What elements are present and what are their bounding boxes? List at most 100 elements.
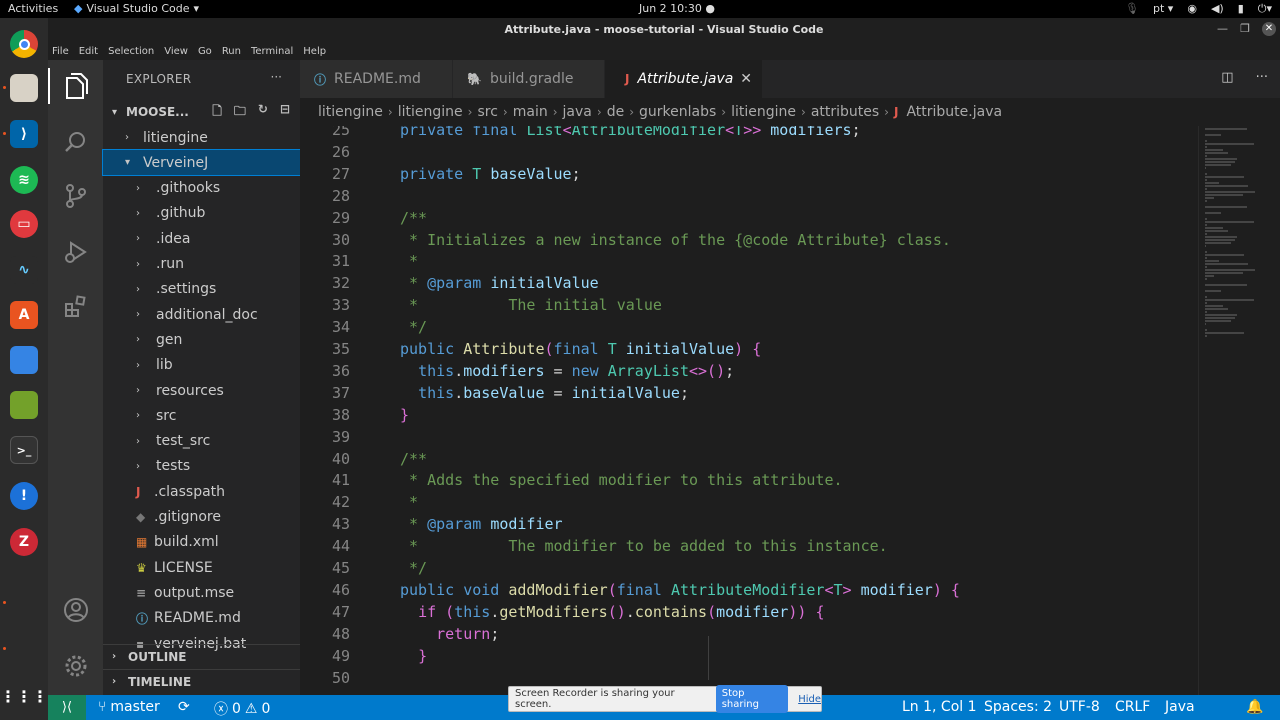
breadcrumb-item[interactable]: main — [513, 104, 548, 120]
minimap[interactable] — [1198, 126, 1280, 695]
spotify-icon[interactable]: ≋ — [10, 166, 38, 194]
tab-readme[interactable]: ⓘ README.md — [300, 60, 453, 98]
new-file-icon[interactable]: 🗋 — [212, 102, 222, 123]
folder-item[interactable]: › resources — [103, 378, 300, 403]
folder-item[interactable]: › lib — [103, 353, 300, 378]
cursor-position[interactable]: Ln 1, Col 1 — [902, 699, 977, 715]
breadcrumb-item[interactable]: de — [607, 104, 625, 120]
file-item[interactable]: ▦ build.xml — [103, 530, 300, 555]
show-apps-grid-icon[interactable]: ⋮⋮⋮ — [0, 682, 48, 710]
menu-help[interactable]: Help — [303, 46, 326, 57]
file-item[interactable]: J .classpath — [103, 479, 300, 504]
file-item[interactable]: ⓘ README.md — [103, 606, 300, 631]
code-token: <>() — [689, 361, 726, 380]
vscode-icon[interactable]: ⟩ — [10, 120, 38, 148]
code-editor[interactable]: 25 private final List<AttributeModifier<T… — [300, 126, 1198, 695]
workspace-root[interactable]: ▾ MOOSE... 🗋 🗀 ↻ ⊟ — [103, 100, 300, 124]
menu-run[interactable]: Run — [222, 46, 241, 57]
more-actions-icon[interactable]: ··· — [271, 70, 282, 84]
branch-indicator[interactable]: ⑂ master — [98, 699, 160, 715]
folder-item[interactable]: › .settings — [103, 277, 300, 302]
breadcrumb-item[interactable]: gurkenlabs — [639, 104, 716, 120]
power-menu-icon[interactable]: ⏻▾ — [1258, 2, 1272, 16]
breadcrumb-item[interactable]: Attribute.java — [906, 104, 1002, 120]
remote-indicator-icon[interactable]: ⟩⟨ — [48, 695, 86, 720]
search-icon[interactable] — [62, 128, 90, 156]
activities-button[interactable]: Activities — [8, 2, 58, 15]
folder-item[interactable]: › tests — [103, 454, 300, 479]
breadcrumb-item[interactable]: litiengine — [398, 104, 463, 120]
keyboard-language[interactable]: pt ▾ — [1153, 2, 1173, 16]
chat-app-icon[interactable]: ▭ — [10, 210, 38, 238]
tab-attribute-java[interactable]: J Attribute.java ✕ — [605, 60, 763, 98]
menu-terminal[interactable]: Terminal — [251, 46, 293, 57]
stop-sharing-button[interactable]: Stop sharing — [715, 685, 789, 713]
minimize-button[interactable]: — — [1217, 22, 1228, 35]
split-editor-icon[interactable]: ◫ — [1221, 70, 1233, 85]
close-window-button[interactable]: ✕ — [1262, 22, 1276, 36]
sync-icon[interactable]: ⟳ — [178, 699, 190, 715]
folder-item[interactable]: ▾ VerveineJ — [102, 149, 301, 177]
tab-build-gradle[interactable]: 🐘 build.gradle — [453, 60, 605, 98]
restore-button[interactable]: ❐ — [1240, 22, 1250, 35]
close-tab-icon[interactable]: ✕ — [740, 71, 752, 87]
problems-indicator[interactable]: ⓧ 0 ⚠ 0 — [214, 699, 270, 719]
folder-item[interactable]: › gen — [103, 327, 300, 352]
hide-link[interactable]: Hide — [798, 694, 821, 705]
source-control-icon[interactable] — [62, 182, 90, 210]
new-folder-icon[interactable]: 🗀 — [234, 102, 246, 123]
folder-item[interactable]: › .githooks — [103, 176, 300, 201]
terminal-icon[interactable]: >_ — [10, 436, 38, 464]
manage-gear-icon[interactable] — [62, 652, 90, 680]
menu-file[interactable]: File — [52, 46, 69, 57]
menu-edit[interactable]: Edit — [79, 46, 98, 57]
file-item[interactable]: ≡ output.mse — [103, 580, 300, 605]
breadcrumb-item[interactable]: litiengine — [731, 104, 796, 120]
software-center-icon[interactable]: A — [10, 301, 38, 329]
system-monitor-icon[interactable]: ∿ — [10, 256, 38, 284]
encoding[interactable]: UTF-8 — [1059, 699, 1100, 715]
breadcrumb-item[interactable]: java — [563, 104, 592, 120]
minimap-line — [1205, 155, 1208, 157]
folder-item[interactable]: › src — [103, 403, 300, 428]
folder-item[interactable]: › .github — [103, 201, 300, 226]
folder-item[interactable]: › test_src — [103, 429, 300, 454]
menu-view[interactable]: View — [164, 46, 188, 57]
minimap-line — [1205, 299, 1254, 301]
file-item[interactable]: ♛ LICENSE — [103, 555, 300, 580]
timeline-section[interactable]: › TIMELINE — [103, 669, 300, 693]
more-actions-icon[interactable]: ··· — [1256, 70, 1268, 85]
system-tray[interactable]: 🎙 pt ▾ ◉ ◀) ▮ ⏻▾ — [1125, 2, 1272, 16]
folder-item[interactable]: › .run — [103, 252, 300, 277]
menu-selection[interactable]: Selection — [108, 46, 154, 57]
accounts-icon[interactable] — [62, 596, 90, 624]
gnome-top-bar: Activities ◆ Visual Studio Code ▾ Jun 2 … — [0, 0, 1280, 18]
app-menu[interactable]: ◆ Visual Studio Code ▾ — [74, 2, 199, 15]
zotero-icon[interactable]: Z — [10, 528, 38, 556]
indentation[interactable]: Spaces: 2 — [984, 699, 1052, 715]
explorer-icon[interactable] — [62, 72, 90, 100]
clock[interactable]: Jun 2 10:30 ● — [639, 2, 715, 15]
screenshot-tool-icon[interactable] — [10, 346, 38, 374]
breadcrumb-item[interactable]: attributes — [811, 104, 879, 120]
gauge-app-icon[interactable]: ! — [10, 482, 38, 510]
dock-app-icon[interactable] — [10, 391, 38, 419]
line-ending[interactable]: CRLF — [1115, 699, 1150, 715]
refresh-icon[interactable]: ↻ — [258, 102, 268, 123]
collapse-all-icon[interactable]: ⊟ — [280, 102, 290, 123]
extensions-icon[interactable] — [62, 292, 90, 320]
folder-item[interactable]: › .idea — [103, 226, 300, 251]
menu-go[interactable]: Go — [198, 46, 212, 57]
outline-section[interactable]: › OUTLINE — [103, 644, 300, 668]
folder-item[interactable]: › additional_doc — [103, 302, 300, 327]
app-menu-label: Visual Studio Code — [86, 2, 190, 15]
files-icon[interactable] — [10, 74, 38, 102]
language-mode[interactable]: Java — [1165, 699, 1195, 715]
folder-item[interactable]: › litiengine — [103, 125, 300, 150]
breadcrumb-item[interactable]: litiengine — [318, 104, 383, 120]
chrome-icon[interactable] — [10, 30, 38, 58]
breadcrumb-item[interactable]: src — [477, 104, 497, 120]
notifications-bell-icon[interactable]: 🔔 — [1246, 699, 1263, 715]
file-item[interactable]: ◆ .gitignore — [103, 505, 300, 530]
run-debug-icon[interactable] — [62, 238, 90, 266]
